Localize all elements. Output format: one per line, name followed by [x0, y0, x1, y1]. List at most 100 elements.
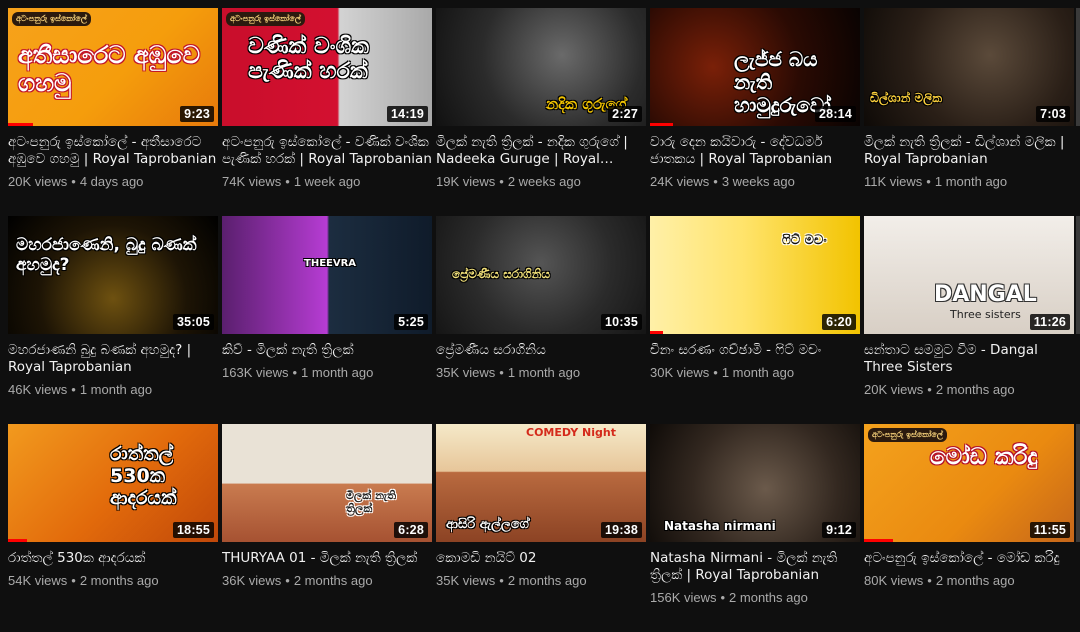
video-title[interactable]: Natasha Nirmani - මිලක් නැති ත්‍රිලක් | … — [650, 550, 860, 584]
thumbnail-text: ප්‍රේමණීය සරාගිනිය — [452, 267, 550, 281]
video-card[interactable]: ඩිල්ශාන් මලික 7:03 මිලක් නැති ත්‍රිලක් - ඩ… — [864, 8, 1074, 216]
view-count: 11K views — [864, 174, 923, 189]
thumbnail-tag: අටංපනුරු ඉස්කෝලේ — [868, 428, 947, 442]
upload-age: 2 months ago — [79, 573, 159, 588]
video-thumbnail[interactable]: මහරජාණෙනි, බුදු බණක් අහමුද? 35:05 — [8, 216, 218, 334]
upload-age: 1 month ago — [79, 382, 153, 397]
meta-separator: • — [285, 573, 290, 588]
video-title[interactable]: වාරු දෙන කයිවාරු - දේවධර්ම ජාතකය | Royal… — [650, 134, 860, 168]
watch-progress-bar — [650, 123, 674, 126]
meta-separator: • — [499, 573, 504, 588]
duration-badge: 2:27 — [608, 106, 642, 122]
view-count: 24K views — [650, 174, 710, 189]
video-card[interactable]: අටංපනුරු ඉස්කෝලේ මෝඩ කරිදු 11:55 අටංපනුරු ඉ… — [864, 424, 1074, 632]
video-title[interactable]: කිව් - මිලක් නැති ත්‍රිලක් — [222, 342, 432, 359]
view-count: 80K views — [864, 573, 924, 588]
video-title[interactable]: මිලක් නැති ත්‍රිලක් - නදික ගුරුගේ | Nade… — [436, 134, 646, 168]
meta-separator: • — [713, 174, 718, 189]
thumbnail-text: ෆිට් මචං — [782, 233, 827, 248]
video-title[interactable]: අටංපනුරු ඉස්කෝලේ - වණික් වංශික පැණික් හර… — [222, 134, 432, 168]
view-count: 54K views — [8, 573, 68, 588]
video-card[interactable]: ප්‍රේමණීය සරාගිනිය 10:35 ප්‍රේමණීය සරාගිනි… — [436, 216, 646, 424]
video-card[interactable]: THEEVRA 5:25 කිව් - මිලක් නැති ත්‍රිලක් 163… — [222, 216, 432, 424]
watch-progress-bar — [650, 331, 663, 334]
video-metadata: 11K views • 1 month ago — [864, 174, 1074, 189]
video-metadata: 80K views • 2 months ago — [864, 573, 1074, 588]
video-card[interactable]: ලැජ්ජ බය නැති හාමුදුරුවෝ 28:14 වාරු දෙන කය… — [650, 8, 860, 216]
duration-badge: 14:19 — [387, 106, 428, 122]
video-thumbnail[interactable]: ලැජ්ජ බය නැති හාමුදුරුවෝ 28:14 — [650, 8, 860, 126]
video-thumbnail[interactable]: THEEVRA 5:25 — [222, 216, 432, 334]
video-metadata: 163K views • 1 month ago — [222, 365, 432, 380]
thumbnail-text: ආසිරි ඇල්ලගේ — [446, 517, 529, 532]
upload-age: 1 month ago — [507, 365, 581, 380]
meta-separator: • — [713, 365, 718, 380]
upload-age: 2 months ago — [935, 573, 1015, 588]
video-metadata: 74K views • 1 week ago — [222, 174, 432, 189]
video-thumbnail[interactable]: COMEDY Night ආසිරි ඇල්ලගේ 19:38 — [436, 424, 646, 542]
video-thumbnail[interactable]: අටංපනුරු ඉස්කෝලේ වණික් වංශික පැණික් හරක් 1… — [222, 8, 432, 126]
watch-progress-bar — [864, 539, 894, 542]
video-metadata: 35K views • 2 months ago — [436, 573, 646, 588]
video-card[interactable]: මහරජාණෙනි, බුදු බණක් අහමුද? 35:05 මහරජාණනි… — [8, 216, 218, 424]
duration-badge: 7:03 — [1036, 106, 1070, 122]
video-title[interactable]: ප්‍රේමණීය සරාගිනිය — [436, 342, 646, 359]
video-thumbnail[interactable]: අටංපනුරු ඉස්කෝලේ අතීසාරෙට අඹුවෙ ගහමු 9:23 — [8, 8, 218, 126]
view-count: 35K views — [436, 365, 496, 380]
view-count: 156K views — [650, 590, 717, 605]
video-card[interactable]: DANGAL Three sisters 11:26 සන්තාට සමමුට වීම… — [864, 216, 1074, 424]
video-thumbnail[interactable]: රාත්තල් 530ක ආදරයක් 18:55 — [8, 424, 218, 542]
video-thumbnail[interactable]: මිලක් නැති ත්‍රිලක් 6:28 — [222, 424, 432, 542]
upload-age: 2 months ago — [507, 573, 587, 588]
upload-age: 1 month ago — [934, 174, 1008, 189]
meta-separator: • — [292, 365, 298, 380]
thumbnail-text: මෝඩ කරිදු — [930, 444, 1038, 470]
video-thumbnail[interactable]: ප්‍රේමණීය සරාගිනිය 10:35 — [436, 216, 646, 334]
video-card[interactable]: අටංපනුරු ඉස්කෝලේ අතීසාරෙට අඹුවෙ ගහමු 9:23 අ… — [8, 8, 218, 216]
video-thumbnail[interactable]: අටංපනුරු ඉස්කෝලේ මෝඩ කරිදු 11:55 — [864, 424, 1074, 542]
duration-badge: 9:12 — [822, 522, 856, 538]
thumbnail-text: Natasha nirmani — [664, 519, 776, 533]
view-count: 20K views — [8, 174, 68, 189]
video-card[interactable]: අටංපනුරු ඉස්කෝලේ වණික් වංශික පැණික් හරක් 1… — [222, 8, 432, 216]
meta-separator: • — [285, 174, 290, 189]
video-grid: අටංපනුරු ඉස්කෝලේ අතීසාරෙට අඹුවෙ ගහමු 9:23 අ… — [8, 8, 1074, 632]
video-card[interactable]: රාත්තල් 530ක ආදරයක් 18:55 රාත්තල් 530ක ආදර… — [8, 424, 218, 632]
thumbnail-text: මහරජාණෙනි, බුදු බණක් අහමුද? — [16, 235, 197, 275]
video-thumbnail[interactable]: ඩිල්ශාන් මලික 7:03 — [864, 8, 1074, 126]
video-title[interactable]: මිලක් නැති ත්‍රිලක් - ඩිල්ශාන් මලික | Ro… — [864, 134, 1074, 168]
video-title[interactable]: THURYAA 01 - මිලක් නැති ත්‍රිලක් — [222, 550, 432, 567]
upload-age: 1 month ago — [721, 365, 795, 380]
video-metadata: 19K views • 2 weeks ago — [436, 174, 646, 189]
duration-badge: 35:05 — [173, 314, 214, 330]
video-card[interactable]: ෆිට් මචං 6:20 චීනං සරණං ගච්ඡාමි - ෆිට් මචං… — [650, 216, 860, 424]
video-card[interactable]: නදික ගුරුගේ 2:27 මිලක් නැති ත්‍රිලක් - නදි… — [436, 8, 646, 216]
duration-badge: 5:25 — [394, 314, 428, 330]
meta-separator: • — [71, 573, 76, 588]
video-title[interactable]: චීනං සරණං ගච්ඡාමි - ෆිට් මචං — [650, 342, 860, 359]
duration-badge: 10:35 — [601, 314, 642, 330]
video-thumbnail[interactable]: DANGAL Three sisters 11:26 — [864, 216, 1074, 334]
video-title[interactable]: කොමඩි නයිට් 02 — [436, 550, 646, 567]
video-card[interactable]: Natasha nirmani 9:12 Natasha Nirmani - මිල… — [650, 424, 860, 632]
video-thumbnail[interactable]: Natasha nirmani 9:12 — [650, 424, 860, 542]
video-title[interactable]: අටංපනුරු ඉස්කෝලේ - අතීසාරෙට අඹුවෙ ගහමු |… — [8, 134, 218, 168]
video-title[interactable]: මහරජාණනි බුදු බණක් අහමුද? | Royal Taprob… — [8, 342, 218, 376]
view-count: 36K views — [222, 573, 282, 588]
video-metadata: 36K views • 2 months ago — [222, 573, 432, 588]
video-thumbnail[interactable]: ෆිට් මචං 6:20 — [650, 216, 860, 334]
video-card[interactable]: මිලක් නැති ත්‍රිලක් 6:28 THURYAA 01 - මිලක… — [222, 424, 432, 632]
duration-badge: 19:38 — [601, 522, 642, 538]
video-thumbnail[interactable]: නදික ගුරුගේ 2:27 — [436, 8, 646, 126]
video-metadata: 46K views • 1 month ago — [8, 382, 218, 397]
meta-separator: • — [927, 382, 932, 397]
video-title[interactable]: අටංපනුරු ඉස්කෝලේ - මෝඩ කරිදු — [864, 550, 1074, 567]
video-title[interactable]: සන්තාට සමමුට වීම - Dangal Three Sisters — [864, 342, 1074, 376]
upload-age: 2 months ago — [935, 382, 1015, 397]
video-title[interactable]: රාත්තල් 530ක ආදරයක් — [8, 550, 218, 567]
video-metadata: 20K views • 2 months ago — [864, 382, 1074, 397]
duration-badge: 9:23 — [180, 106, 214, 122]
video-card[interactable]: COMEDY Night ආසිරි ඇල්ලගේ 19:38 කොමඩි නයිට්… — [436, 424, 646, 632]
video-metadata: 30K views • 1 month ago — [650, 365, 860, 380]
video-metadata: 54K views • 2 months ago — [8, 573, 218, 588]
